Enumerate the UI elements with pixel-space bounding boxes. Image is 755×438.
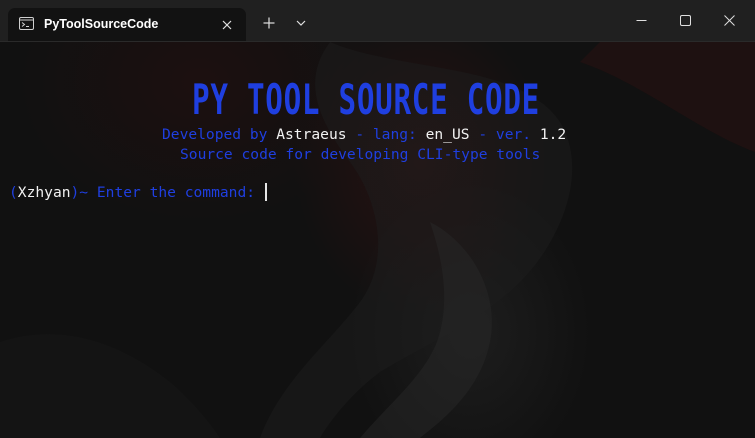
minimize-icon — [636, 20, 646, 21]
tab-title: PyToolSourceCode — [44, 17, 159, 31]
tab-pytoolsourcecode[interactable]: PyToolSourceCode — [8, 8, 246, 41]
title-bar: PyToolSourceCode — [0, 0, 755, 42]
developed-label: Developed by — [162, 126, 277, 143]
version-value: 1.2 — [539, 126, 567, 143]
version-label: - ver. — [469, 126, 540, 143]
description-line: Source code for developing CLI-type tool… — [180, 146, 541, 163]
prompt-user: Xzhyan — [17, 184, 71, 201]
lang-label: - lang: — [346, 126, 426, 143]
lang-value: en_US — [425, 126, 470, 143]
terminal-window: PyToolSourceCode PY TOOL SOURCE CODE Dev… — [0, 0, 755, 438]
terminal-icon — [19, 17, 34, 30]
banner-text: PY TOOL SOURCE CODE — [192, 75, 540, 124]
developer-info-line: Developed by Astraeus - lang: en_US - ve… — [162, 126, 566, 144]
chevron-down-icon — [296, 20, 306, 26]
close-window-button[interactable] — [706, 0, 752, 41]
command-prompt[interactable]: (Xzhyan)~ Enter the command: — [9, 183, 267, 202]
maximize-icon — [679, 15, 691, 26]
author-name: Astraeus — [276, 126, 347, 143]
prompt-open-paren: ( — [9, 184, 18, 201]
plus-icon — [263, 17, 275, 29]
terminal-content[interactable]: PY TOOL SOURCE CODE Developed by Astraeu… — [0, 42, 755, 438]
maximize-button[interactable] — [662, 0, 708, 41]
text-cursor — [264, 183, 267, 201]
prompt-text: )~ Enter the command: — [70, 184, 264, 201]
close-icon — [222, 20, 232, 30]
minimize-button[interactable] — [618, 0, 664, 41]
close-tab-button[interactable] — [218, 16, 236, 34]
banner-logo: PY TOOL SOURCE CODE — [192, 75, 540, 124]
close-icon — [723, 15, 735, 26]
new-tab-button[interactable] — [260, 14, 278, 32]
tab-dropdown-button[interactable] — [292, 14, 310, 32]
